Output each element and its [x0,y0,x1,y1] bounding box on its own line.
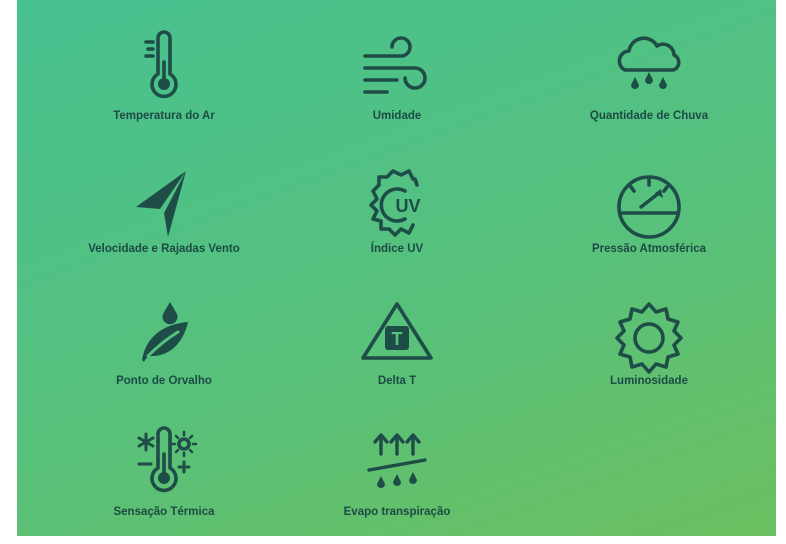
wind-icon [363,36,427,94]
gauge-icon [617,175,681,239]
tile-temperatura-do-ar[interactable]: Temperatura do Ar [54,30,274,150]
tile-label: Sensação Térmica [113,506,215,518]
tile-sensacao-termica[interactable]: Sensação Térmica [54,424,274,544]
rain-cloud-icon [617,36,681,89]
delta-t-icon: T [361,302,433,360]
navigation-arrow-icon [136,171,186,237]
tile-label: Ponto de Orvalho [116,375,212,387]
evapotranspiration-icon [367,433,427,488]
weather-metrics-panel: Temperatura do Ar Umidade Quantidade de … [17,0,776,536]
tile-quantidade-de-chuva[interactable]: Quantidade de Chuva [539,30,759,150]
tile-label: Temperatura do Ar [113,110,215,122]
delta-t-text: T [392,329,403,349]
uv-sun-icon: UV [369,169,421,237]
feels-like-icon [137,426,198,493]
tile-umidade[interactable]: Umidade [287,30,507,150]
tile-pressao-atmosferica[interactable]: Pressão Atmosférica [539,165,759,285]
tile-label: Evapo transpiração [343,506,451,518]
tile-label: Pressão Atmosférica [592,243,706,255]
sun-gear-icon [615,302,683,374]
tile-delta-t[interactable]: T Delta T [287,298,507,418]
tile-label: Umidade [372,110,422,122]
tile-indice-uv[interactable]: UV Índice UV [287,165,507,285]
tile-label: Índice UV [370,243,424,255]
tile-luminosidade[interactable]: Luminosidade [539,298,759,418]
tile-label: Quantidade de Chuva [589,110,709,122]
uv-text: UV [395,196,420,216]
tile-label: Velocidade e Rajadas Vento [88,243,240,255]
tile-label: Luminosidade [610,375,688,387]
tile-ponto-de-orvalho[interactable]: Ponto de Orvalho [54,298,274,418]
thermometer-icon [144,30,178,99]
tile-label: Delta T [377,375,417,387]
tile-velocidade-e-rajadas-vento[interactable]: Velocidade e Rajadas Vento [54,165,274,285]
tile-evapo-transpiracao[interactable]: Evapo transpiração [287,424,507,544]
leaf-drop-icon [142,302,188,362]
